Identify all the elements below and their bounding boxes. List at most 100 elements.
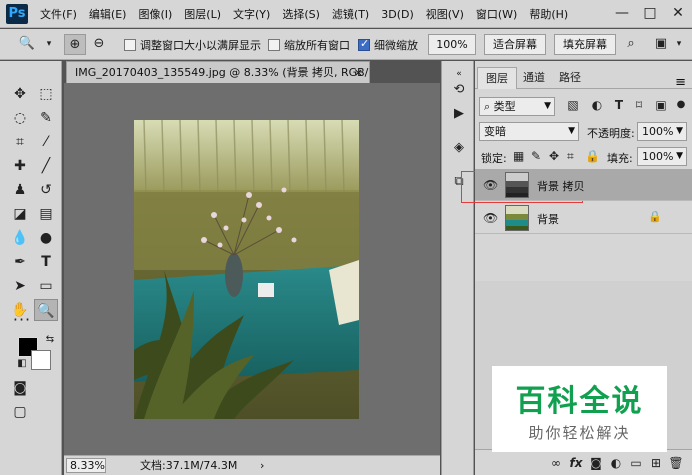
filter-adjustment-icon[interactable]: ◐ <box>589 97 605 113</box>
menu-edit[interactable]: 编辑(E) <box>83 6 133 22</box>
filter-type-icon[interactable]: T <box>611 97 627 113</box>
filter-shape-icon[interactable]: ⌑ <box>631 97 647 113</box>
lock-image-icon[interactable]: ✎ <box>531 149 541 163</box>
delete-icon[interactable]: 🗑 <box>666 456 686 470</box>
collapsed-panel-dock: « ⟲ ▶ ◈ ⧉ <box>441 61 474 475</box>
fit-screen-button[interactable]: 适合屏幕 <box>484 34 546 55</box>
healing-brush-tool-icon[interactable]: ✚ <box>8 155 32 177</box>
scrubby-zoom-label: 细微缩放 <box>374 39 418 52</box>
screen-mode-icon[interactable]: ▢ <box>8 401 32 423</box>
menu-view[interactable]: 视图(V) <box>420 6 470 22</box>
opacity-label: 不透明度: <box>587 127 635 140</box>
zoom-100-button[interactable]: 100% <box>428 34 476 55</box>
adjustment-icon[interactable]: ◐ <box>606 456 626 470</box>
zoom-all-checkbox[interactable] <box>268 39 280 51</box>
filter-pixel-icon[interactable]: ▧ <box>565 97 581 113</box>
crop-tool-icon[interactable]: ⌗ <box>8 131 32 153</box>
default-colors-icon[interactable]: ◧ <box>10 353 34 375</box>
quick-mask-icon[interactable]: ◙ <box>8 377 32 399</box>
panel-menu-icon[interactable]: ≡ <box>675 75 686 90</box>
lock-artboard-icon[interactable]: ⌗ <box>567 149 574 164</box>
options-bar: 🔍 ▾ ⊕ ⊖ 调整窗口大小以满屏显示 缩放所有窗口 细微缩放 100% 适合屏… <box>0 29 692 60</box>
restore-button[interactable]: □ <box>636 0 664 28</box>
lock-position-icon[interactable]: ✥ <box>549 149 559 163</box>
lasso-tool-icon[interactable]: ◌ <box>8 107 32 129</box>
blur-tool-icon[interactable]: 💧 <box>8 227 32 249</box>
minimize-button[interactable]: — <box>608 0 636 28</box>
zoom-tool-icon[interactable]: 🔍 <box>34 299 58 321</box>
status-menu-arrow[interactable]: › <box>260 458 264 473</box>
tab-channels[interactable]: 通道 <box>515 67 553 89</box>
history-brush-tool-icon[interactable]: ↺ <box>34 179 58 201</box>
menu-type[interactable]: 文字(Y) <box>227 6 276 22</box>
eraser-tool-icon[interactable]: ◪ <box>8 203 32 225</box>
menu-3d[interactable]: 3D(D) <box>375 8 420 21</box>
filter-smart-object-icon[interactable]: ▣ <box>653 97 669 113</box>
brush-tool-icon[interactable]: ╱ <box>34 155 58 177</box>
type-tool-icon[interactable]: T <box>34 251 58 273</box>
filter-kind-label: 类型 <box>493 100 516 113</box>
eyedropper-tool-icon[interactable]: ⁄ <box>34 131 58 153</box>
resize-windows-option[interactable]: 调整窗口大小以满屏显示 <box>124 35 261 55</box>
pen-tool-icon[interactable]: ✒ <box>8 251 32 273</box>
fill-field[interactable]: 100% ▼ <box>637 147 687 166</box>
blend-mode-select[interactable]: 变暗 ▼ <box>479 122 579 141</box>
link-icon[interactable]: ∞ <box>546 456 566 470</box>
new-layer-icon[interactable]: ⊞ <box>646 456 666 470</box>
fx-icon[interactable]: fx <box>566 456 586 470</box>
path-select-tool-icon[interactable]: ➤ <box>8 275 32 297</box>
opacity-field[interactable]: 100% ▼ <box>637 122 687 141</box>
clone-stamp-tool-icon[interactable]: ♟ <box>8 179 32 201</box>
toolbar-more-icon[interactable]: ··· <box>10 309 34 331</box>
document-close-icon[interactable]: × <box>354 62 363 83</box>
lock-all-icon[interactable]: 🔒 <box>585 149 600 163</box>
chevron-down-icon[interactable]: ▾ <box>38 34 60 55</box>
workspace-chevron-icon[interactable]: ▾ <box>668 34 690 55</box>
close-button[interactable]: ✕ <box>664 0 692 28</box>
background-color-swatch[interactable] <box>31 350 51 370</box>
zoom-level-field[interactable]: 8.33% <box>66 458 106 473</box>
move-tool-icon[interactable]: ✥ <box>8 83 32 105</box>
group-icon[interactable]: ▭ <box>626 456 646 470</box>
menu-select[interactable]: 选择(S) <box>276 6 326 22</box>
canvas-area[interactable] <box>64 83 440 455</box>
3d-panel-icon[interactable]: ◈ <box>448 137 470 159</box>
zoom-out-icon[interactable]: ⊖ <box>88 34 110 55</box>
chevron-down-icon: ▼ <box>568 126 575 136</box>
document-tab[interactable]: IMG_20170403_135549.jpg @ 8.33% (背景 拷贝, … <box>66 61 370 83</box>
resize-windows-checkbox[interactable] <box>124 39 136 51</box>
gradient-tool-icon[interactable]: ▤ <box>34 203 58 225</box>
scrubby-zoom-option[interactable]: 细微缩放 <box>358 35 418 55</box>
swap-colors-icon[interactable]: ⇆ <box>38 329 62 351</box>
lock-transparent-icon[interactable]: ▦ <box>513 149 524 163</box>
menu-image[interactable]: 图像(I) <box>132 6 178 22</box>
layer-name[interactable]: 背景 拷贝 <box>537 178 585 194</box>
zoom-all-option[interactable]: 缩放所有窗口 <box>268 35 350 55</box>
layer-name[interactable]: 背景 <box>537 211 559 227</box>
dodge-tool-icon[interactable]: ● <box>34 227 58 249</box>
tab-paths[interactable]: 路径 <box>551 67 589 89</box>
scrubby-zoom-checkbox[interactable] <box>358 37 370 51</box>
visibility-eye-icon[interactable]: 👁 <box>483 211 498 225</box>
rectangle-tool-icon[interactable]: ▭ <box>34 275 58 297</box>
quick-select-tool-icon[interactable]: ✎ <box>34 107 58 129</box>
menu-file[interactable]: 文件(F) <box>34 6 83 22</box>
actions-panel-icon[interactable]: ▶ <box>448 103 470 125</box>
menu-filter[interactable]: 滤镜(T) <box>326 6 375 22</box>
filter-toggle-icon[interactable]: ● <box>673 97 689 113</box>
menu-help[interactable]: 帮助(H) <box>523 6 574 22</box>
menu-layer[interactable]: 图层(L) <box>178 6 227 22</box>
layer-row[interactable]: 👁 背景 🔒 <box>475 202 692 234</box>
mask-icon[interactable]: ◙ <box>586 456 606 470</box>
visibility-eye-icon[interactable]: 👁 <box>483 178 498 192</box>
menu-window[interactable]: 窗口(W) <box>470 6 523 22</box>
history-panel-icon[interactable]: ⟲ <box>448 79 470 101</box>
zoom-in-icon[interactable]: ⊕ <box>64 34 86 55</box>
zoom-tool-preset-icon[interactable]: 🔍 <box>16 34 38 55</box>
marquee-tool-icon[interactable]: ⬚ <box>34 83 58 105</box>
layer-row[interactable]: 👁 背景 拷贝 <box>475 169 692 201</box>
search-icon[interactable]: ⌕ <box>620 34 642 55</box>
filter-kind-select[interactable]: ⌕ 类型 ▼ <box>479 97 555 116</box>
tab-layers[interactable]: 图层 <box>477 67 517 89</box>
fill-screen-button[interactable]: 填充屏幕 <box>554 34 616 55</box>
